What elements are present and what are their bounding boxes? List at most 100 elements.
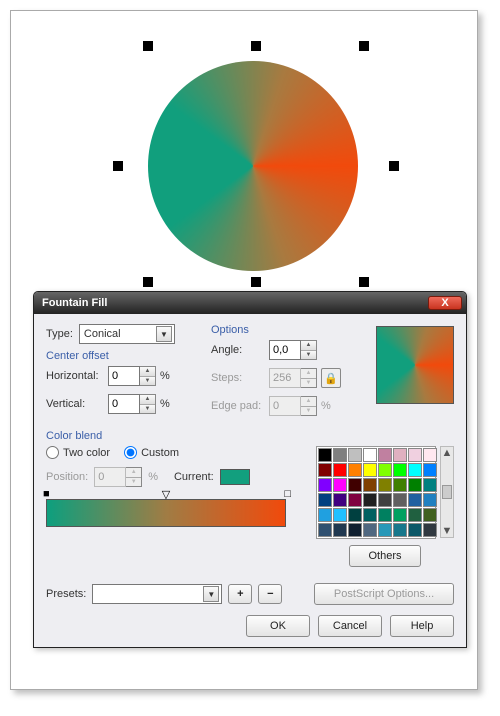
position-spinner: ▲▼ [94,467,142,487]
palette-swatch[interactable] [393,508,407,522]
palette-swatch[interactable] [318,493,332,507]
scroll-up-icon[interactable]: ▲ [442,447,453,459]
shape-ellipse[interactable] [148,61,358,271]
type-select[interactable]: Conical ▼ [79,324,175,344]
palette-swatch[interactable] [393,493,407,507]
preset-remove-button[interactable]: − [258,584,282,604]
palette-swatch[interactable] [423,493,437,507]
palette-swatch[interactable] [423,448,437,462]
palette-swatch[interactable] [408,523,422,537]
document-canvas: Fountain Fill X Type: Conical ▼ Cente [10,10,478,690]
palette-swatch[interactable] [378,478,392,492]
selection-handle[interactable] [251,41,261,51]
scroll-thumb[interactable] [442,485,452,499]
palette-swatch[interactable] [393,463,407,477]
percent-label: % [160,370,170,382]
palette-swatch[interactable] [333,448,347,462]
palette-swatch[interactable] [408,508,422,522]
palette-swatch[interactable] [393,478,407,492]
palette-swatch[interactable] [363,463,377,477]
palette-swatch[interactable] [378,508,392,522]
custom-radio[interactable]: Custom [124,446,179,459]
palette-swatch[interactable] [423,523,437,537]
gradient-bar[interactable]: ■ ▽ □ [46,499,286,527]
palette-swatch[interactable] [348,493,362,507]
chevron-down-icon: ▼ [203,586,219,602]
palette-swatch[interactable] [348,448,362,462]
ok-button[interactable]: OK [246,615,310,637]
palette-swatch[interactable] [363,493,377,507]
palette-swatch[interactable] [378,493,392,507]
palette-swatch[interactable] [363,478,377,492]
palette-swatch[interactable] [333,478,347,492]
palette-swatch[interactable] [408,463,422,477]
preset-add-button[interactable]: + [228,584,252,604]
palette-swatch[interactable] [393,448,407,462]
palette-swatch[interactable] [408,448,422,462]
palette-swatch[interactable] [348,463,362,477]
cancel-button[interactable]: Cancel [318,615,382,637]
angle-input[interactable] [269,340,301,360]
palette-swatch[interactable] [378,448,392,462]
help-button[interactable]: Help [390,615,454,637]
palette-swatch[interactable] [423,508,437,522]
palette-swatch[interactable] [348,508,362,522]
palette-swatch[interactable] [318,508,332,522]
palette-swatch[interactable] [378,463,392,477]
spin-down-icon[interactable]: ▼ [301,351,316,360]
palette-swatch[interactable] [363,523,377,537]
scroll-down-icon[interactable]: ▼ [442,525,453,537]
palette-swatch[interactable] [363,448,377,462]
palette-swatch[interactable] [318,478,332,492]
type-value: Conical [84,328,121,340]
selection-handle[interactable] [251,277,261,287]
palette-scrollbar[interactable]: ▲ ▼ [440,446,454,538]
spin-down-icon[interactable]: ▼ [140,377,155,386]
palette-swatch[interactable] [333,523,347,537]
palette-swatch[interactable] [393,523,407,537]
lock-icon[interactable]: 🔒 [321,368,341,388]
spin-up-icon: ▲ [301,369,316,379]
selection-handle[interactable] [143,277,153,287]
presets-select[interactable]: ▼ [92,584,222,604]
selection-handle[interactable] [359,41,369,51]
palette-swatch[interactable] [318,448,332,462]
type-label: Type: [46,328,73,340]
spin-down-icon[interactable]: ▼ [140,405,155,414]
color-palette[interactable] [316,446,436,539]
gradient-stop-mid[interactable]: ▽ [162,488,170,501]
selection-handle[interactable] [113,161,123,171]
selection-handle[interactable] [359,277,369,287]
palette-swatch[interactable] [333,493,347,507]
palette-swatch[interactable] [408,478,422,492]
close-button[interactable]: X [428,296,462,310]
horizontal-spinner[interactable]: ▲▼ [108,366,156,386]
palette-swatch[interactable] [423,478,437,492]
palette-swatch[interactable] [423,463,437,477]
gradient-preview [376,326,454,404]
spin-up-icon[interactable]: ▲ [140,395,155,405]
palette-swatch[interactable] [348,478,362,492]
palette-swatch[interactable] [363,508,377,522]
others-button[interactable]: Others [349,545,421,567]
palette-swatch[interactable] [318,463,332,477]
spin-up-icon[interactable]: ▲ [140,367,155,377]
gradient-stop-end[interactable]: □ [284,488,291,500]
palette-swatch[interactable] [348,523,362,537]
vertical-input[interactable] [108,394,140,414]
vertical-spinner[interactable]: ▲▼ [108,394,156,414]
palette-swatch[interactable] [378,523,392,537]
palette-swatch[interactable] [408,493,422,507]
selection-handle[interactable] [143,41,153,51]
twocolor-radio[interactable]: Two color [46,446,110,459]
angle-spinner[interactable]: ▲▼ [269,340,317,360]
horizontal-input[interactable] [108,366,140,386]
spin-up-icon[interactable]: ▲ [301,341,316,351]
palette-swatch[interactable] [333,463,347,477]
gradient-stop-start[interactable]: ■ [43,488,50,500]
selection-handle[interactable] [389,161,399,171]
spin-up-icon: ▲ [126,468,141,478]
palette-swatch[interactable] [318,523,332,537]
titlebar[interactable]: Fountain Fill X [34,292,466,314]
palette-swatch[interactable] [333,508,347,522]
